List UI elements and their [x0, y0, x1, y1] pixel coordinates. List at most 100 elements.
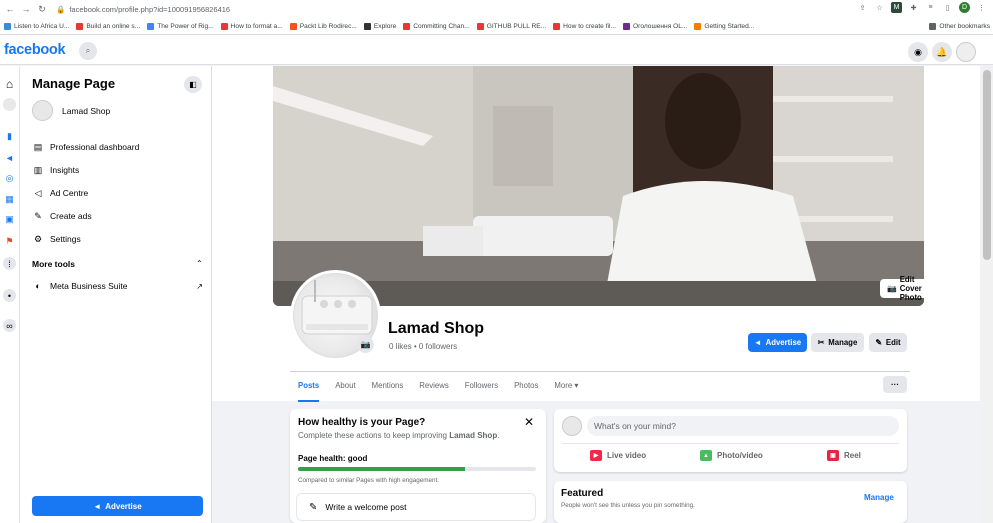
back-icon[interactable]: ← — [4, 3, 16, 15]
edit-cover-label: Edit Cover Photo — [899, 275, 922, 302]
sidebar-icon[interactable]: ▯ — [942, 2, 953, 13]
bookmark-item[interactable]: Listen to Africa U... — [4, 23, 69, 30]
globe-icon[interactable]: ◎ — [3, 172, 16, 185]
cover-photo[interactable]: 📷 Edit Cover Photo — [273, 66, 924, 306]
sidebar-item-meta-suite[interactable]: ◐ Meta Business Suite ↗ — [32, 280, 203, 292]
other-bookmarks-label: Other bookmarks — [939, 23, 990, 30]
meta-icon: ◐ — [35, 281, 41, 291]
featured-manage-link[interactable]: Manage — [864, 493, 894, 502]
sidebar-item-insights[interactable]: ▥ Insights — [32, 164, 80, 176]
profile-header: 📷 Edit Cover Photo 📷 Lamad Shop 0 likes … — [212, 66, 980, 402]
camera-icon[interactable]: 📷 — [357, 336, 374, 353]
tab-posts[interactable]: Posts — [298, 372, 320, 402]
advertise-button[interactable]: ◄ Advertise — [748, 333, 807, 352]
reload-icon[interactable]: ↻ — [36, 3, 48, 15]
avatar[interactable]: D — [959, 2, 970, 13]
manage-button[interactable]: ✂ Manage — [811, 333, 864, 352]
star-icon[interactable]: ☆ — [874, 2, 885, 13]
manage-label: Manage — [828, 338, 858, 347]
people-icon[interactable]: • — [3, 289, 16, 302]
page-switcher[interactable]: Lamad Shop — [32, 100, 110, 121]
bookmark-item[interactable]: Explore — [363, 23, 397, 30]
live-video-button[interactable]: ▶ Live video — [590, 450, 646, 461]
sidebar-item-settings[interactable]: ⚙ Settings — [32, 233, 81, 245]
menu-icon[interactable]: ⋮ — [976, 2, 987, 13]
messenger-icon[interactable]: ◉ — [908, 42, 928, 62]
bookmark-item[interactable]: Packt Lib Rodirec... — [289, 23, 357, 30]
other-bookmarks[interactable]: Other bookmarks — [929, 23, 990, 30]
tab-about[interactable]: About — [335, 372, 355, 402]
sidebar-item-dashboard[interactable]: ▤ Professional dashboard — [32, 141, 140, 153]
tab-reviews[interactable]: Reviews — [419, 372, 448, 402]
more-tools-heading[interactable]: More tools — [32, 259, 75, 269]
reel-button[interactable]: ▣ Reel — [827, 450, 861, 461]
health-subtitle: Complete these actions to keep improving… — [298, 431, 500, 440]
bookmark-item[interactable]: How to format a... — [220, 23, 283, 30]
edit-cover-button[interactable]: 📷 Edit Cover Photo — [880, 275, 924, 302]
bookmark-label: Explore — [373, 23, 397, 30]
close-icon[interactable]: ✕ — [524, 415, 534, 429]
sidebar-item-label: Meta Business Suite — [50, 281, 128, 291]
bookmark-icon — [622, 23, 630, 30]
sidebar-item-ad-centre[interactable]: ◁ Ad Centre — [32, 187, 89, 199]
account-icon[interactable] — [956, 42, 976, 62]
edit-button[interactable]: ✎ Edit — [869, 333, 907, 352]
share-icon[interactable]: ⇪ — [857, 2, 868, 13]
photo-video-button[interactable]: ▲ Photo/video — [700, 450, 763, 461]
bookmark-item[interactable]: Оголошення OL... — [622, 23, 687, 30]
search-icon[interactable]: ⌕ — [79, 42, 97, 60]
bookmark-item[interactable]: GITHUB PULL RE... — [476, 23, 546, 30]
extension-icon[interactable]: M — [891, 2, 902, 13]
address-bar[interactable]: 🔒 facebook.com/profile.php?id=1000919568… — [56, 3, 230, 15]
grid-icon[interactable]: ⁞ — [3, 257, 16, 270]
bookmark-item[interactable]: The Power of Rig... — [147, 23, 214, 30]
flag-icon[interactable]: ⚑ — [3, 235, 16, 248]
url-text[interactable]: facebook.com/profile.php?id=100091956826… — [69, 5, 230, 14]
megaphone-icon: ◁ — [34, 187, 42, 198]
page-avatar[interactable] — [3, 98, 16, 111]
home-icon[interactable]: ⌂ — [3, 77, 16, 91]
bookmark-item[interactable]: How to create fil... — [553, 23, 616, 30]
insights-icon[interactable]: ▦ — [3, 193, 16, 206]
video-icon[interactable]: ▣ — [3, 213, 16, 226]
bookmark-item[interactable]: Getting Started... — [694, 23, 754, 30]
welcome-post-task[interactable]: ✎ Write a welcome post — [296, 493, 536, 521]
reading-list-icon[interactable]: ≡ — [925, 2, 936, 13]
bookmark-item[interactable]: Committing Chan... — [403, 23, 470, 30]
tab-more[interactable]: More ▾ — [554, 372, 578, 402]
bookmark-item[interactable]: Build an online s... — [76, 23, 140, 30]
bookmark-label: The Power of Rig... — [157, 23, 214, 30]
tab-followers[interactable]: Followers — [465, 372, 498, 402]
facebook-logo[interactable]: facebook — [4, 42, 66, 58]
link-icon[interactable]: ∞ — [3, 319, 16, 332]
bookmark-icon — [147, 23, 155, 30]
caret-down-icon: ▾ — [574, 381, 579, 390]
more-options-button[interactable]: ··· — [883, 376, 907, 393]
tab-photos[interactable]: Photos — [514, 372, 538, 402]
page-stats: 0 likes • 0 followers — [389, 342, 458, 351]
featured-subtitle: People won't see this unless you pin som… — [561, 502, 695, 509]
fb-header: facebook — [0, 35, 993, 65]
megaphone-icon[interactable]: ◄ — [3, 151, 16, 164]
puzzle-icon[interactable]: ✚ — [908, 2, 919, 13]
camera-icon: 📷 — [887, 284, 897, 293]
scrollbar-thumb[interactable] — [983, 70, 991, 260]
forward-icon[interactable]: → — [20, 3, 32, 15]
featured-title: Featured — [561, 488, 604, 499]
compose-icon: ✎ — [309, 501, 318, 513]
post-input[interactable]: What's on your mind? — [587, 416, 899, 436]
bell-icon[interactable]: 🔔 — [932, 42, 952, 62]
divider — [562, 443, 899, 444]
folder-icon — [929, 23, 937, 30]
chart-icon[interactable]: ▮ — [3, 130, 16, 143]
sidebar-item-create-ads[interactable]: ✎ Create ads — [32, 210, 91, 222]
tab-mentions[interactable]: Mentions — [372, 372, 404, 402]
bookmark-icon — [289, 23, 297, 30]
sidebar-item-label: Settings — [50, 234, 81, 244]
page-avatar — [32, 100, 53, 121]
task-label: Write a welcome post — [325, 502, 407, 512]
chevron-up-icon[interactable]: ⌃ — [196, 259, 203, 268]
collapse-sidebar-icon[interactable]: ◧ — [184, 76, 202, 93]
bookmark-icon — [553, 23, 561, 30]
advertise-button[interactable]: ◄ Advertise — [32, 496, 203, 516]
